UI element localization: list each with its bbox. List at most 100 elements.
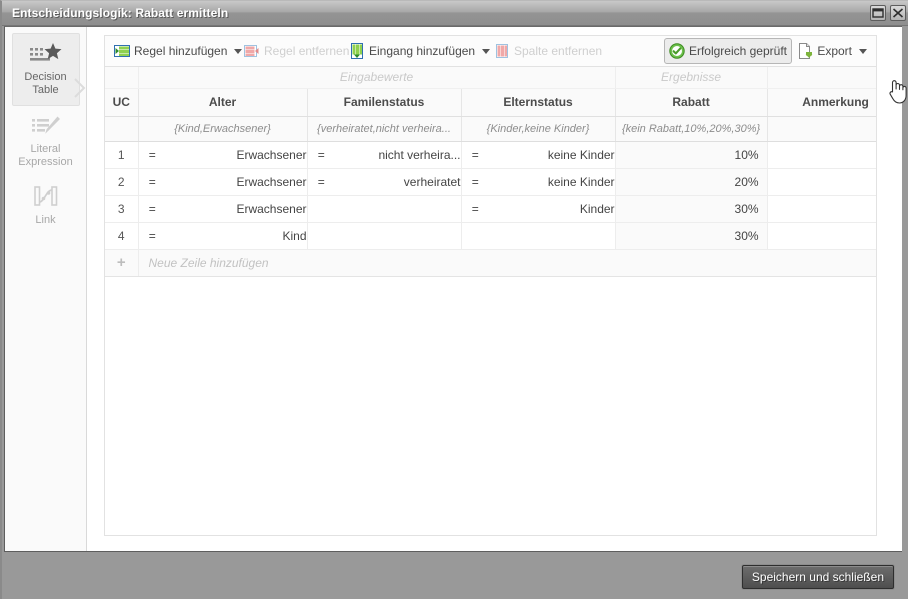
close-icon[interactable] — [890, 5, 906, 21]
decision-table-grid: Eingabewerte Ergebnisse UC Alter Familen… — [105, 67, 876, 277]
remove-rule-icon — [244, 43, 260, 59]
cell-elternstatus-operator[interactable]: = — [461, 168, 489, 196]
link-icon — [12, 185, 80, 211]
add-row-label[interactable]: Neue Zeile hinzufügen — [138, 249, 876, 277]
column-header-alter[interactable]: Alter — [138, 88, 308, 117]
cell-anmerkung[interactable] — [767, 195, 876, 223]
cell-elternstatus-operator[interactable]: = — [461, 141, 489, 169]
export-button[interactable]: Export — [792, 38, 872, 64]
column-header-elternstatus[interactable]: Elternstatus — [461, 88, 616, 117]
sidebar-item-literal-expression-label-1: Literal — [30, 143, 61, 155]
column-header-uc[interactable]: UC — [105, 88, 139, 117]
column-header-familienstatus[interactable]: Familenstatus — [307, 88, 462, 117]
sidebar-item-literal-expression[interactable]: Literal Expression — [12, 106, 80, 177]
column-header-rabatt[interactable]: Rabatt — [615, 88, 768, 117]
row-index: 3 — [105, 195, 139, 223]
cell-rabatt[interactable]: 30% — [615, 195, 768, 223]
cell-familienstatus-value[interactable] — [335, 195, 462, 223]
window-titlebar[interactable]: Entscheidungslogik: Rabatt ermitteln — [2, 1, 908, 26]
check-circle-icon — [669, 43, 685, 59]
row-index: 2 — [105, 168, 139, 196]
chevron-down-icon[interactable] — [859, 48, 867, 54]
cell-familienstatus-operator[interactable]: = — [307, 141, 335, 169]
cell-alter-value[interactable]: Erwachsener — [166, 168, 308, 196]
window-title: Entscheidungslogik: Rabatt ermitteln — [12, 6, 229, 20]
cell-alter-operator[interactable]: = — [138, 168, 166, 196]
cell-alter-operator[interactable]: = — [138, 222, 166, 250]
cell-anmerkung[interactable] — [767, 141, 876, 169]
group-header-spacer — [105, 67, 139, 89]
validated-button[interactable]: Erfolgreich geprüft — [663, 38, 792, 64]
sidebar-item-decision-table-label-2: Table — [32, 84, 59, 96]
add-input-icon — [349, 43, 365, 59]
chevron-right-icon — [73, 77, 87, 99]
cell-alter-value[interactable]: Kind — [166, 222, 308, 250]
table-row[interactable]: 4 = Kind 30% — [105, 222, 876, 250]
cell-elternstatus-value[interactable]: keine Kinder — [489, 168, 616, 196]
cell-familienstatus-operator[interactable]: = — [307, 168, 335, 196]
cell-rabatt[interactable]: 10% — [615, 141, 768, 169]
cell-anmerkung[interactable] — [767, 222, 876, 250]
cell-familienstatus-value[interactable] — [335, 222, 462, 250]
add-rule-button[interactable]: Regel hinzufügen — [109, 38, 247, 64]
sidebar-item-link-label: Link — [35, 214, 56, 226]
dialog-window: Entscheidungslogik: Rabatt ermitteln Dec… — [0, 0, 908, 599]
cell-rabatt[interactable]: 20% — [615, 168, 768, 196]
remove-column-label: Spalte entfernen — [514, 44, 603, 58]
table-row[interactable]: 1 = Erwachsener = nicht verheira... = ke… — [105, 141, 876, 169]
cell-alter-value[interactable]: Erwachsener — [166, 195, 308, 223]
row-index: 4 — [105, 222, 139, 250]
cell-elternstatus-operator[interactable]: = — [461, 195, 489, 223]
domain-anmerkung[interactable] — [767, 116, 876, 142]
cell-alter-operator[interactable]: = — [138, 195, 166, 223]
cell-elternstatus-value[interactable]: keine Kinder — [489, 141, 616, 169]
group-header-annotation-spacer — [767, 67, 876, 89]
table-row[interactable]: 2 = Erwachsener = verheiratet = keine Ki… — [105, 168, 876, 196]
mouse-cursor-pointer-icon — [886, 77, 908, 105]
cell-elternstatus-value[interactable]: Kinder — [489, 195, 616, 223]
dialog-footer: Speichern und schließen — [4, 552, 902, 598]
cell-anmerkung[interactable] — [767, 168, 876, 196]
dialog-content: Decision Table Literal Expression Link R… — [4, 26, 907, 552]
domain-alter[interactable]: {Kind,Erwachsener} — [138, 116, 308, 142]
cell-elternstatus-value[interactable] — [489, 222, 616, 250]
cell-elternstatus-operator[interactable] — [461, 222, 489, 250]
group-header-outputs: Ergebnisse — [615, 67, 768, 89]
remove-rule-button: Regel entfernen — [239, 38, 354, 64]
table-row[interactable]: 3 = Erwachsener = Kinder 30% — [105, 195, 876, 223]
add-input-label: Eingang hinzufügen — [369, 44, 476, 58]
add-row[interactable]: + Neue Zeile hinzufügen — [105, 249, 876, 277]
row-index: 1 — [105, 141, 139, 169]
sidebar-item-decision-table[interactable]: Decision Table — [11, 33, 80, 106]
remove-column-button: Spalte entfernen — [489, 38, 607, 64]
palette-sidebar: Decision Table Literal Expression Link — [5, 27, 87, 551]
table-domain-row: {Kind,Erwachsener} {verheiratet,nicht ve… — [105, 116, 876, 142]
sidebar-item-literal-expression-label-2: Expression — [18, 156, 73, 168]
cell-familienstatus-value[interactable]: verheiratet — [335, 168, 462, 196]
save-and-close-button[interactable]: Speichern und schließen — [741, 565, 894, 589]
sidebar-item-decision-table-label-1: Decision — [24, 71, 67, 83]
export-icon — [797, 43, 813, 59]
maximize-icon[interactable] — [870, 5, 886, 21]
table-header-row: UC Alter Familenstatus Elternstatus Raba… — [105, 88, 876, 117]
domain-rabatt[interactable]: {kein Rabatt,10%,20%,30%} — [615, 116, 768, 142]
add-rule-icon — [114, 43, 130, 59]
cell-familienstatus-operator[interactable] — [307, 195, 335, 223]
add-rule-label: Regel hinzufügen — [134, 44, 228, 58]
decision-table: Eingabewerte Ergebnisse UC Alter Familen… — [104, 66, 877, 536]
decision-table-editor: Regel hinzufügen Regel entfernen Eingang… — [87, 27, 907, 551]
validated-label: Erfolgreich geprüft — [688, 44, 787, 58]
cell-alter-operator[interactable]: = — [138, 141, 166, 169]
column-header-anmerkung[interactable]: Anmerkung — [767, 88, 876, 117]
cell-rabatt[interactable]: 30% — [615, 222, 768, 250]
sidebar-item-link[interactable]: Link — [12, 177, 80, 235]
domain-uc-spacer — [105, 116, 139, 142]
cell-familienstatus-operator[interactable] — [307, 222, 335, 250]
literal-expression-icon — [12, 114, 80, 140]
domain-elternstatus[interactable]: {Kinder,keine Kinder} — [461, 116, 616, 142]
add-input-button[interactable]: Eingang hinzufügen — [344, 38, 495, 64]
domain-familienstatus[interactable]: {verheiratet,nicht verheira... — [307, 116, 462, 142]
cell-alter-value[interactable]: Erwachsener — [166, 141, 308, 169]
plus-icon[interactable]: + — [105, 249, 139, 277]
cell-familienstatus-value[interactable]: nicht verheira... — [335, 141, 462, 169]
